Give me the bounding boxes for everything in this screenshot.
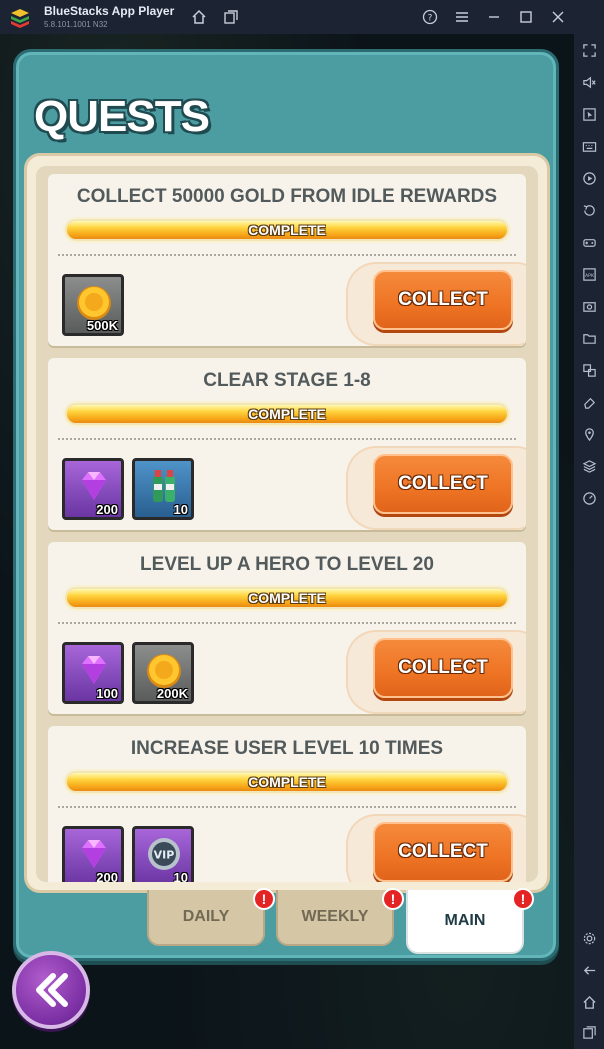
maximize-icon[interactable] [515, 6, 537, 28]
divider [58, 438, 516, 440]
reward-quantity: 500K [86, 318, 118, 333]
help-icon[interactable]: ? [419, 6, 441, 28]
menu-icon[interactable] [451, 6, 473, 28]
bluestacks-sidebar: APK [574, 34, 604, 1049]
resize-icon[interactable] [579, 360, 599, 380]
quest-card: LEVEL UP A HERO TO LEVEL 20 COMPLETE 100… [48, 542, 526, 714]
quest-progress-bar: COMPLETE [65, 771, 509, 793]
tab-label: DAILY [182, 908, 230, 925]
keyboard-icon[interactable] [579, 136, 599, 156]
apk-icon[interactable]: APK [579, 264, 599, 284]
quest-title: QUESTS [34, 92, 210, 141]
fullscreen-icon[interactable] [579, 40, 599, 60]
quest-card: COLLECT 50000 GOLD FROM IDLE REWARDS COM… [48, 174, 526, 346]
app-version: 5.8.101.1001 N32 [44, 20, 108, 29]
folder-icon[interactable] [579, 328, 599, 348]
quest-status: COMPLETE [248, 774, 326, 790]
reward-item[interactable]: VIP 10 [132, 826, 194, 882]
gold-coin-icon [147, 654, 181, 688]
divider [58, 806, 516, 808]
reward-item[interactable]: 10 [132, 458, 194, 520]
quest-card: INCREASE USER LEVEL 10 TIMES COMPLETE 20… [48, 726, 526, 882]
collect-button[interactable]: COLLECT [373, 270, 513, 330]
reward-item[interactable]: 100 [62, 642, 124, 704]
quest-list[interactable]: COLLECT 50000 GOLD FROM IDLE REWARDS COM… [36, 166, 538, 882]
reward-quantity: 200 [96, 502, 118, 517]
reward-quantity: 200K [156, 686, 188, 701]
svg-text:?: ? [428, 14, 433, 24]
bluestacks-logo-icon [11, 9, 29, 28]
quest-status: COMPLETE [248, 590, 326, 606]
recents-icon[interactable] [579, 1022, 599, 1042]
reward-item[interactable]: 500K [62, 274, 124, 336]
reward-item[interactable]: 200 [62, 826, 124, 882]
settings-icon[interactable] [579, 928, 599, 948]
alert-badge: ! [382, 888, 404, 910]
window-titlebar: BlueStacks App Player 5.8.101.1001 N32 ? [0, 0, 604, 34]
reward-item[interactable]: 200K [132, 642, 194, 704]
reward-quantity: 200 [96, 870, 118, 882]
reward-quantity: 100 [96, 686, 118, 701]
quest-name: LEVEL UP A HERO TO LEVEL 20 [140, 554, 434, 575]
svg-text:APK: APK [584, 272, 594, 278]
double-chevron-left-icon [36, 973, 68, 1007]
reward-item[interactable]: 200 [62, 458, 124, 520]
record-icon[interactable] [579, 168, 599, 188]
cursor-icon[interactable] [579, 104, 599, 124]
tab-main[interactable]: MAIN ! [406, 888, 534, 954]
home-icon[interactable] [188, 6, 210, 28]
app-title: BlueStacks App Player [44, 4, 175, 18]
layers-icon[interactable] [579, 456, 599, 476]
quest-status: COMPLETE [248, 406, 326, 422]
rotate-icon[interactable] [579, 200, 599, 220]
alert-badge: ! [512, 888, 534, 910]
divider [58, 254, 516, 256]
quest-card: CLEAR STAGE 1-8 COMPLETE 200 10 COLLECT [48, 358, 526, 530]
reward-quantity: 10 [173, 870, 188, 882]
tab-daily[interactable]: DAILY ! [147, 888, 275, 946]
multi-instance-icon[interactable] [220, 6, 242, 28]
purple-gem-icon [82, 840, 106, 868]
alert-badge: ! [253, 888, 275, 910]
speed-icon[interactable] [579, 488, 599, 508]
android-home-icon[interactable] [579, 992, 599, 1012]
tab-weekly[interactable]: WEEKLY ! [276, 888, 404, 946]
volume-icon[interactable] [579, 72, 599, 92]
quest-progress-bar: COMPLETE [65, 403, 509, 425]
quest-name: CLEAR STAGE 1-8 [203, 370, 371, 391]
gamepad-icon[interactable] [579, 232, 599, 252]
quest-name: INCREASE USER LEVEL 10 TIMES [130, 738, 444, 759]
erase-icon[interactable] [579, 392, 599, 412]
reward-quantity: 10 [173, 502, 188, 517]
purple-gem-icon [82, 472, 106, 500]
close-icon[interactable] [547, 6, 569, 28]
tab-label: WEEKLY [301, 908, 369, 925]
collect-button[interactable]: COLLECT [373, 454, 513, 514]
vip-token-icon: VIP [148, 838, 180, 870]
gold-coin-icon [77, 286, 111, 320]
back-icon[interactable] [579, 960, 599, 980]
quest-name: COLLECT 50000 GOLD FROM IDLE REWARDS [76, 186, 498, 207]
tab-label: MAIN [444, 912, 486, 929]
minimize-icon[interactable] [483, 6, 505, 28]
back-button[interactable] [12, 951, 90, 1029]
collect-button[interactable]: COLLECT [373, 822, 513, 882]
potion-bottles-icon [153, 470, 175, 502]
divider [58, 622, 516, 624]
purple-gem-icon [82, 656, 106, 684]
quest-status: COMPLETE [248, 222, 326, 238]
location-icon[interactable] [579, 424, 599, 444]
quest-progress-bar: COMPLETE [65, 587, 509, 609]
quest-progress-bar: COMPLETE [65, 219, 509, 241]
collect-button[interactable]: COLLECT [373, 638, 513, 698]
svg-text:VIP: VIP [154, 849, 175, 862]
screenshot-icon[interactable] [579, 296, 599, 316]
